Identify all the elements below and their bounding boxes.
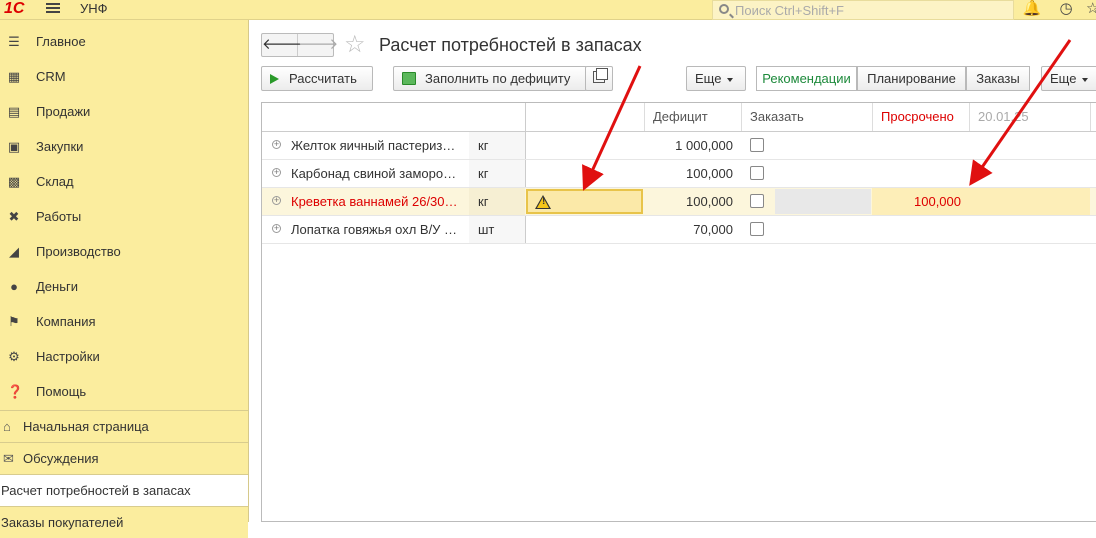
flag-icon: ⚑ <box>8 314 20 329</box>
sidebar-section-label: Обсуждения <box>23 451 99 466</box>
sidebar-item-label: Настройки <box>36 349 100 364</box>
warehouse-grid-icon: ▩ <box>7 174 21 189</box>
sidebar-item-label: Продажи <box>36 104 91 119</box>
ruble-coin-icon: ● <box>10 279 18 294</box>
cart-icon: ▣ <box>7 139 21 154</box>
top-bar: 1С УНФ 🔔 ◷ ☆ <box>0 0 1096 20</box>
sidebar-section-label: Начальная страница <box>23 419 149 434</box>
sidebar-item-money[interactable]: ● Деньги <box>0 269 248 304</box>
tools-icon: ✖ <box>8 209 20 224</box>
sidebar-item-label: Компания <box>36 314 96 329</box>
sidebar-item-label: CRM <box>36 69 66 84</box>
sidebar-section-label: Расчет потребностей в запасах <box>1 483 191 498</box>
sidebar-item-label: Помощь <box>36 384 87 399</box>
main-menu-icon[interactable] <box>46 1 60 15</box>
menu-lines-icon: ☰ <box>8 34 20 49</box>
history-icon[interactable]: ◷ <box>1056 0 1076 19</box>
sidebar-item-label: Работы <box>36 209 82 224</box>
annotation-arrow-overdue <box>969 39 1072 186</box>
home-icon: ⌂ <box>3 419 11 434</box>
help-icon: ❓ <box>7 384 24 399</box>
chat-icon: ✉ <box>3 451 14 466</box>
gear-icon: ⚙ <box>8 349 20 364</box>
annotation-arrow-warning <box>582 65 642 191</box>
factory-icon: ◢ <box>9 244 19 259</box>
basket-icon: ▤ <box>7 104 21 119</box>
annotation-arrows <box>582 39 1072 191</box>
search-icon <box>719 4 729 14</box>
sidebar-item-label: Закупки <box>36 139 84 154</box>
sidebar-open-window-orders[interactable]: Заказы покупателей <box>0 506 248 538</box>
global-search[interactable] <box>712 0 1014 20</box>
sidebar-item-label: Деньги <box>36 279 78 294</box>
sidebar-item-label: Склад <box>36 174 74 189</box>
sidebar-item-label: Производство <box>36 244 121 259</box>
sidebar-section-home[interactable]: ⌂ Начальная страница <box>0 410 248 442</box>
favorites-star-icon[interactable]: ☆ <box>1086 0 1096 19</box>
app-name: УНФ <box>80 1 108 16</box>
sidebar-item-warehouse[interactable]: ▩ Склад <box>0 164 248 199</box>
sidebar-open-window-current[interactable]: Расчет потребностей в запасах <box>0 474 248 506</box>
search-input[interactable] <box>735 1 1005 19</box>
sidebar: ☰ Главное ▦ CRM ▤ Продажи ▣ Закупки ▩ Ск… <box>0 20 249 538</box>
contact-card-icon: ▦ <box>7 69 21 84</box>
sidebar-item-sales[interactable]: ▤ Продажи <box>0 94 248 129</box>
app-logo: 1С <box>4 0 25 17</box>
sidebar-item-label: Главное <box>36 34 86 49</box>
sidebar-section-discussions[interactable]: ✉ Обсуждения <box>0 442 248 474</box>
sidebar-item-help[interactable]: ❓ Помощь <box>0 374 248 409</box>
sidebar-section-label: Заказы покупателей <box>1 515 124 530</box>
sidebar-item-settings[interactable]: ⚙ Настройки <box>0 339 248 374</box>
sidebar-item-production[interactable]: ◢ Производство <box>0 234 248 269</box>
main-area: 🡐 🡒 ☆ Расчет потребностей в запасах Расс… <box>250 20 1096 522</box>
sidebar-item-company[interactable]: ⚑ Компания <box>0 304 248 339</box>
bell-icon[interactable]: 🔔 <box>1022 0 1042 19</box>
sidebar-item-works[interactable]: ✖ Работы <box>0 199 248 234</box>
sidebar-item-crm[interactable]: ▦ CRM <box>0 59 248 94</box>
sidebar-item-purchases[interactable]: ▣ Закупки <box>0 129 248 164</box>
sidebar-item-main[interactable]: ☰ Главное <box>0 24 248 59</box>
